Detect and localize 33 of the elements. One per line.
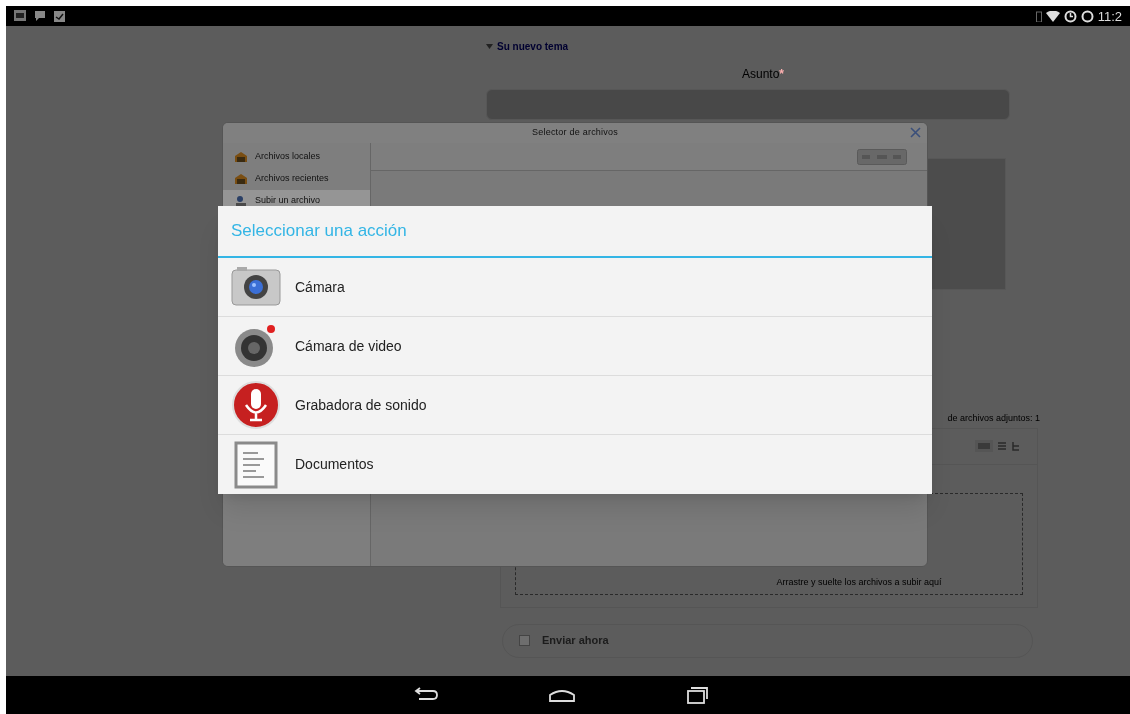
- tree-icon[interactable]: [1011, 440, 1021, 452]
- collapse-triangle-icon: [486, 44, 493, 49]
- action-item[interactable]: Documentos: [218, 435, 932, 494]
- list-icon[interactable]: [997, 440, 1007, 452]
- home-icon[interactable]: [547, 687, 577, 703]
- file-picker-title: Selector de archivos: [531, 126, 618, 140]
- action-item[interactable]: Cámara de video: [218, 317, 932, 376]
- send-now-checkbox[interactable]: [519, 635, 530, 646]
- clipboard-icon: [54, 10, 65, 22]
- clock: 11:2: [1097, 9, 1122, 23]
- dropzone-text: Arrastre y suelte los archivos a subir aquí: [776, 576, 942, 589]
- action-dialog-title: Seleccionar una acción: [231, 220, 407, 243]
- file-source-item[interactable]: Archivos recientes: [223, 168, 370, 190]
- battery-icon: [1035, 10, 1042, 22]
- action-item[interactable]: Grabadora de sonido: [218, 376, 932, 435]
- notification-icon: [14, 10, 26, 21]
- view-icons-icon[interactable]: [975, 440, 993, 452]
- file-source-item[interactable]: Archivos locales: [223, 146, 370, 168]
- wifi-icon: [1045, 10, 1060, 22]
- subject-label: Asunto*: [742, 66, 784, 83]
- chat-icon: [34, 10, 46, 21]
- close-icon[interactable]: [910, 127, 921, 138]
- view-toggle-icon[interactable]: [857, 148, 907, 165]
- alarm-icon: [1063, 9, 1077, 23]
- back-icon[interactable]: [413, 687, 439, 703]
- document-icon: [234, 440, 278, 489]
- sync-icon: [1080, 9, 1094, 23]
- camera-icon: [231, 267, 281, 307]
- message-textarea[interactable]: [926, 158, 1006, 290]
- recent-apps-icon[interactable]: [685, 686, 709, 704]
- microphone-icon: [231, 380, 281, 430]
- action-item[interactable]: Cámara: [218, 258, 932, 317]
- attachments-label: de archivos adjuntos: 1: [947, 412, 1040, 425]
